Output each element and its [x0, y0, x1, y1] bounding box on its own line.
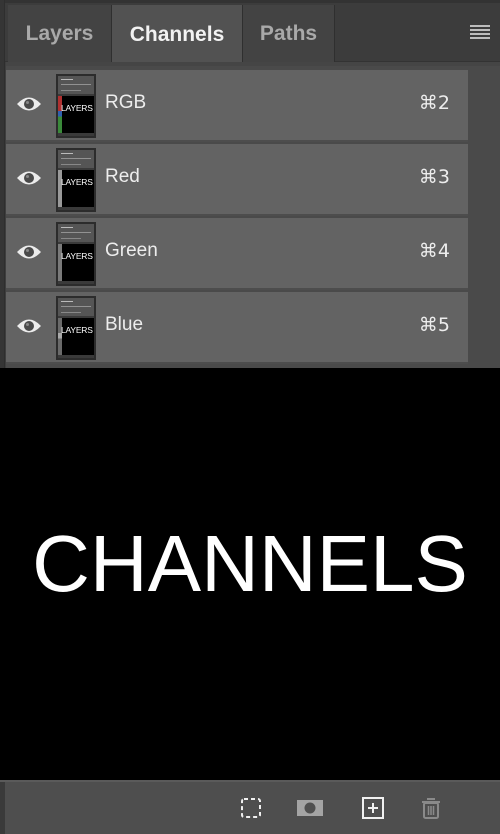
channel-shortcut: ⌘3: [418, 166, 450, 188]
channels-panel: Layers Channels Paths LAYERS RGB ⌘2 LAYE…: [0, 0, 500, 368]
panel-tab-bar: Layers Channels Paths: [5, 0, 500, 65]
channel-thumbnail: LAYERS: [56, 296, 96, 360]
channel-row-green[interactable]: LAYERS Green ⌘4: [6, 218, 468, 290]
dashed-selection-icon[interactable]: [239, 796, 263, 820]
eye-visibility-icon[interactable]: [16, 168, 42, 188]
eye-visibility-icon[interactable]: [16, 242, 42, 262]
channel-name: Blue: [105, 314, 144, 335]
channel-shortcut: ⌘4: [418, 240, 450, 262]
channel-row-rgb[interactable]: LAYERS RGB ⌘2: [6, 70, 468, 142]
eye-visibility-icon[interactable]: [16, 94, 42, 114]
tab-channels[interactable]: Channels: [112, 5, 243, 65]
channel-thumbnail: LAYERS: [56, 148, 96, 212]
trash-icon[interactable]: [419, 796, 443, 820]
panel-edge: [0, 782, 5, 834]
channel-shortcut: ⌘2: [418, 92, 450, 114]
channel-row-red[interactable]: LAYERS Red ⌘3: [6, 144, 468, 216]
tab-paths[interactable]: Paths: [243, 5, 335, 62]
channel-thumbnail: LAYERS: [56, 222, 96, 286]
panel-footer-toolbar: [0, 780, 500, 834]
channel-list: LAYERS RGB ⌘2 LAYERS Red ⌘3 LAYERS Green…: [6, 66, 500, 368]
hamburger-menu-icon[interactable]: [470, 25, 490, 41]
scrollbar-track[interactable]: [468, 66, 500, 368]
channel-thumbnail: LAYERS: [56, 74, 96, 138]
mask-icon[interactable]: [296, 796, 324, 820]
channel-name: Red: [105, 166, 140, 187]
channel-name: RGB: [105, 92, 147, 113]
channel-shortcut: ⌘5: [418, 314, 450, 336]
document-canvas: CHANNELS: [0, 368, 500, 780]
new-channel-icon[interactable]: [361, 796, 385, 820]
canvas-text: CHANNELS: [32, 519, 468, 608]
channel-row-blue[interactable]: LAYERS Blue ⌘5: [6, 292, 468, 364]
channel-name: Green: [105, 240, 158, 261]
eye-visibility-icon[interactable]: [16, 316, 42, 336]
tab-layers[interactable]: Layers: [8, 5, 112, 62]
